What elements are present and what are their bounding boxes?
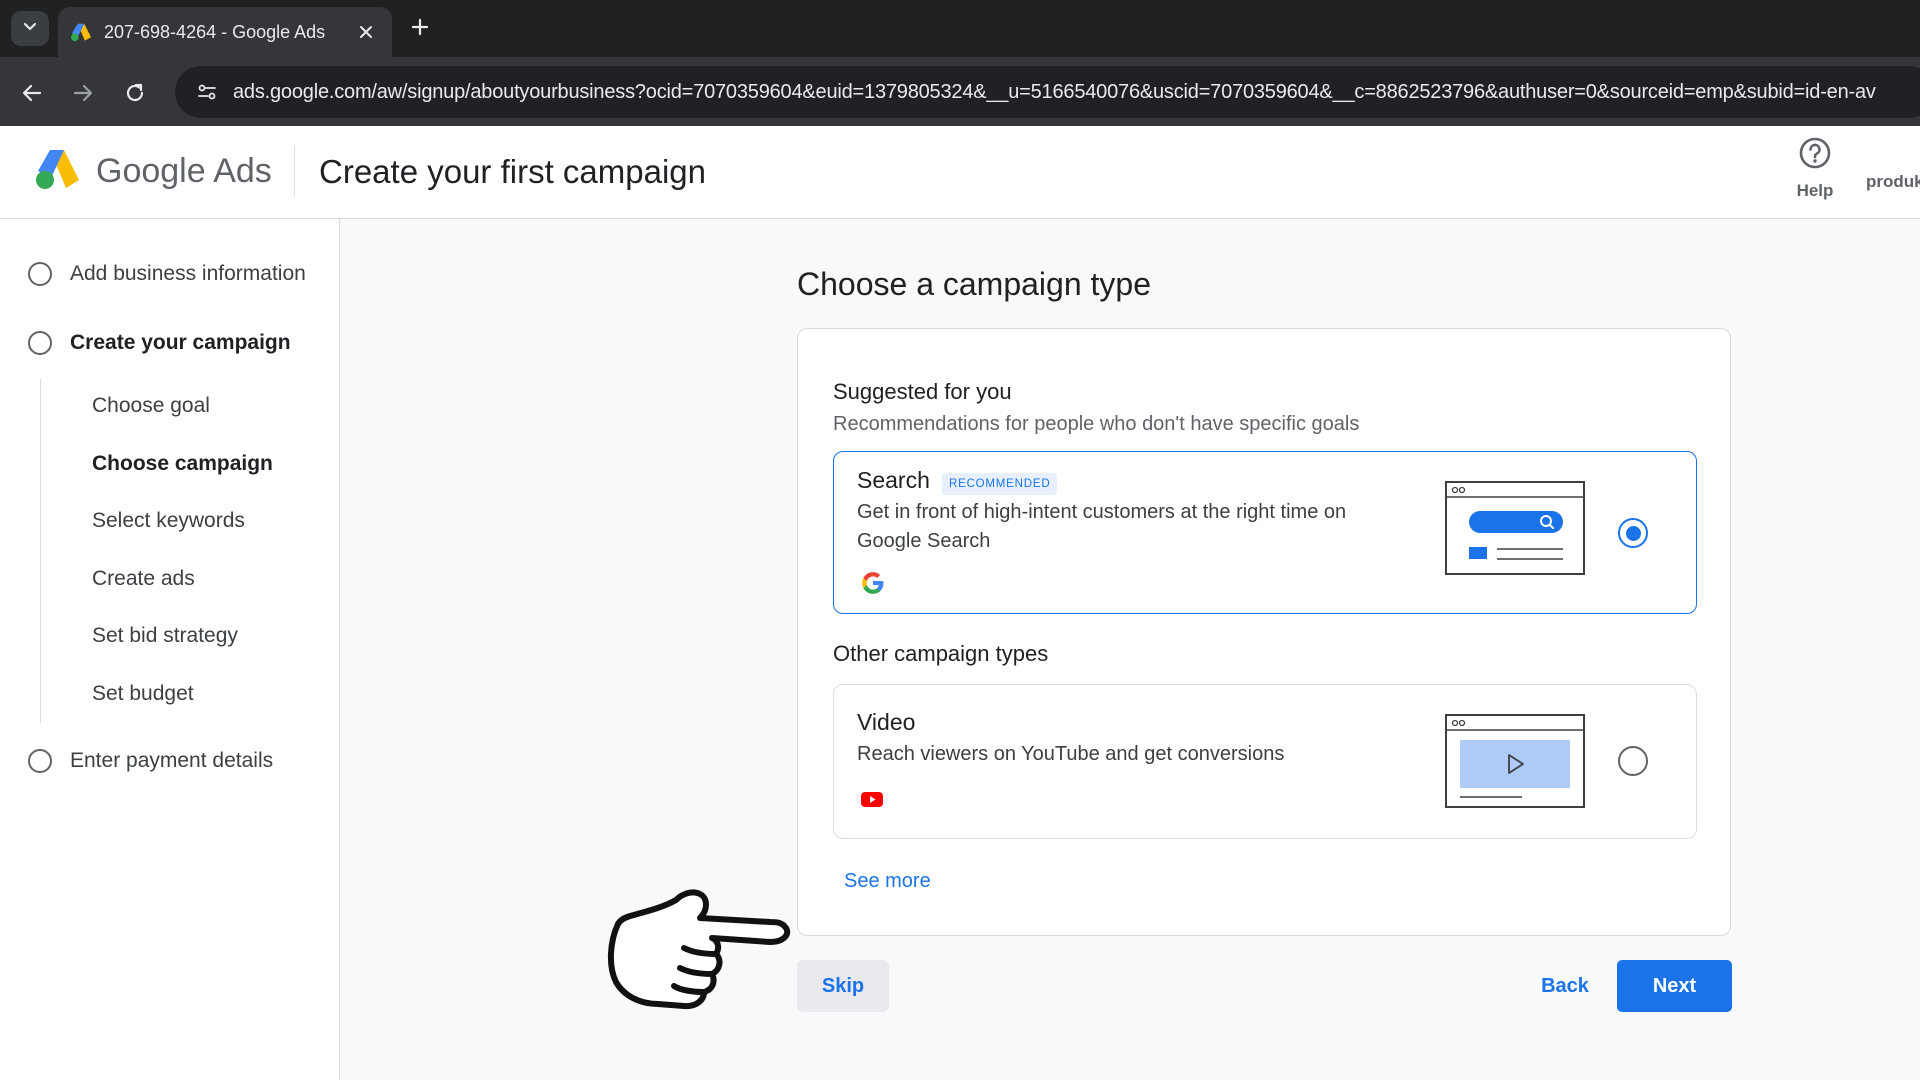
search-illustration-icon bbox=[1445, 481, 1585, 575]
step-status-icon bbox=[28, 749, 52, 773]
header-divider bbox=[294, 146, 295, 196]
step-label: Add business information bbox=[70, 262, 306, 285]
google-ads-favicon bbox=[70, 21, 92, 43]
browser-toolbar: ads.google.com/aw/signup/aboutyourbusine… bbox=[0, 57, 1920, 126]
reload-icon[interactable] bbox=[117, 75, 153, 111]
brand-ads: Ads bbox=[213, 152, 272, 190]
brand-name: Google Ads bbox=[96, 152, 272, 191]
help-label: Help bbox=[1796, 181, 1834, 200]
site-settings-icon[interactable] bbox=[187, 72, 227, 112]
account-name[interactable]: produk bbox=[1866, 172, 1920, 192]
step-status-icon bbox=[28, 331, 52, 355]
substep-set-bid-strategy[interactable]: Set bid strategy bbox=[92, 624, 238, 648]
video-illustration-icon bbox=[1445, 714, 1585, 808]
step-enter-payment-details[interactable]: Enter payment details bbox=[28, 746, 273, 776]
section-heading: Choose a campaign type bbox=[797, 266, 1151, 302]
browser-tab[interactable]: 207-698-4264 - Google Ads bbox=[58, 7, 392, 57]
youtube-icon bbox=[860, 789, 884, 809]
close-icon[interactable] bbox=[354, 20, 378, 44]
app-header: Google Ads Create your first campaign He… bbox=[0, 126, 1920, 219]
search-radio-button[interactable] bbox=[1618, 518, 1648, 548]
google-ads-logo-icon[interactable] bbox=[34, 148, 80, 190]
step-create-your-campaign[interactable]: Create your campaign bbox=[28, 328, 291, 358]
plus-icon bbox=[411, 18, 429, 41]
new-tab-button[interactable] bbox=[402, 12, 438, 46]
tab-title: 207-698-4264 - Google Ads bbox=[104, 21, 326, 42]
option-name: Search bbox=[857, 467, 930, 493]
campaign-option-search[interactable]: Search RECOMMENDED Get in front of high-… bbox=[833, 451, 1697, 614]
help-icon bbox=[1798, 136, 1832, 175]
substep-create-ads[interactable]: Create ads bbox=[92, 567, 195, 591]
next-button[interactable]: Next bbox=[1617, 960, 1732, 1012]
forward-arrow-icon[interactable] bbox=[65, 75, 101, 111]
suggested-subheading: Recommendations for people who don't hav… bbox=[833, 413, 1360, 435]
substep-choose-goal[interactable]: Choose goal bbox=[92, 394, 210, 418]
option-description: Get in front of high-intent customers at… bbox=[857, 501, 1347, 552]
brand-google: Google bbox=[96, 152, 206, 190]
see-more-link[interactable]: See more bbox=[844, 870, 931, 893]
campaign-option-video[interactable]: Video Reach viewers on YouTube and get c… bbox=[833, 684, 1697, 839]
step-status-icon bbox=[28, 262, 52, 286]
back-arrow-icon[interactable] bbox=[14, 75, 50, 111]
browser-tab-strip: 207-698-4264 - Google Ads bbox=[0, 0, 1920, 57]
help-button[interactable]: Help bbox=[1783, 136, 1847, 211]
step-add-business-information[interactable]: Add business information bbox=[28, 259, 306, 289]
option-name: Video bbox=[857, 709, 916, 735]
substeps-connector bbox=[40, 379, 41, 723]
substep-set-budget[interactable]: Set budget bbox=[92, 682, 194, 706]
url-text: ads.google.com/aw/signup/aboutyourbusine… bbox=[233, 80, 1876, 103]
suggested-heading: Suggested for you bbox=[833, 379, 1012, 404]
chevron-down-icon bbox=[22, 18, 38, 39]
pointing-hand-icon bbox=[608, 889, 791, 1010]
substep-choose-campaign[interactable]: Choose campaign bbox=[92, 452, 273, 476]
recommended-badge: RECOMMENDED bbox=[942, 473, 1058, 495]
page-title: Create your first campaign bbox=[319, 153, 706, 190]
step-label: Create your campaign bbox=[70, 331, 291, 354]
step-label: Enter payment details bbox=[70, 749, 274, 772]
address-bar[interactable]: ads.google.com/aw/signup/aboutyourbusine… bbox=[175, 66, 1920, 118]
progress-sidebar: Add business information Create your cam… bbox=[0, 219, 340, 1080]
google-g-icon bbox=[860, 570, 886, 596]
tab-list-button[interactable] bbox=[11, 11, 49, 46]
option-description: Reach viewers on YouTube and get convers… bbox=[857, 743, 1285, 765]
back-button[interactable]: Back bbox=[1524, 960, 1606, 1012]
other-types-heading: Other campaign types bbox=[833, 641, 1049, 666]
video-radio-button[interactable] bbox=[1618, 746, 1648, 776]
skip-button[interactable]: Skip bbox=[797, 960, 889, 1012]
substep-select-keywords[interactable]: Select keywords bbox=[92, 509, 245, 533]
campaign-type-card: Suggested for you Recommendations for pe… bbox=[797, 328, 1731, 936]
